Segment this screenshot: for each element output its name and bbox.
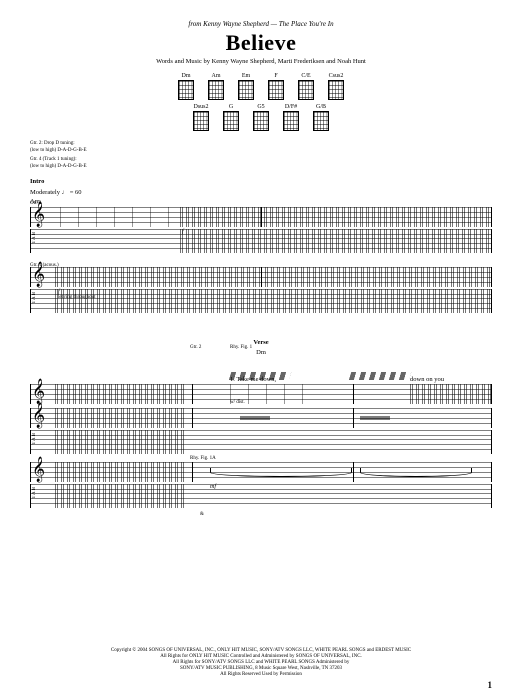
guitar-label: Gtr. 2: [30, 201, 41, 206]
chord-grid-icon: [223, 111, 239, 131]
tab-label-icon: TAB: [32, 231, 37, 244]
beat-indicator: &: [200, 512, 204, 517]
chord-row-2: Dsus2 G G5 D/F# G/B: [30, 104, 492, 131]
chord-diagram-block: Dm Am Em F C/E Csus2 Dsus2 G G5 D/F# G/B: [30, 73, 492, 131]
chord-diagram: Csus2: [328, 73, 344, 100]
section-label-verse: Verse: [253, 339, 268, 346]
chord-grid-icon: [208, 80, 224, 100]
tie-icon: [210, 468, 352, 477]
credits: Words and Music by Kenny Wayne Shepherd,…: [30, 58, 492, 65]
chord-grid-icon: [313, 111, 329, 131]
rhythm-figure-label: Rhy. Fig. 1: [230, 345, 252, 350]
system-row-intro: Intro Moderately ♩ = 60 Am 𝄞 f Gtr. 2 TA…: [30, 178, 492, 253]
lyric-text: 1. Take me down,: [230, 376, 276, 383]
chord-diagram: G/B: [313, 104, 329, 131]
chord-diagram: Dm: [178, 73, 194, 100]
system-row-2: Gtr. 1 (acous.) 𝄞 f let ring throughout …: [30, 267, 492, 313]
chord-diagram: Dsus2: [193, 104, 209, 131]
chord-grid-icon: [268, 80, 284, 100]
guitar-label: Gtr. 2: [190, 345, 201, 350]
page-number: 1: [488, 680, 493, 690]
sheet-music-page: from Kenny Wayne Shepherd — The Place Yo…: [0, 0, 522, 696]
chord-diagram: Am: [208, 73, 224, 100]
treble-clef-icon: 𝄞: [32, 380, 45, 402]
tab-staff: TAB: [30, 430, 492, 454]
tab-staff: TAB: [30, 289, 492, 313]
treble-clef-icon: 𝄞: [32, 203, 45, 225]
tab-label-icon: TAB: [32, 432, 37, 445]
chord-diagram: C/E: [298, 73, 314, 100]
copyright-block: Copyright © 2004 SONGS OF UNIVERSAL, INC…: [30, 648, 492, 678]
notation-staff: Rhy. Fig. 1A 𝄞 mf TAB &: [30, 462, 492, 508]
tab-label-icon: TAB: [32, 486, 37, 499]
from-line: from Kenny Wayne Shepherd — The Place Yo…: [30, 20, 492, 28]
chord-diagram: D/F#: [283, 104, 299, 131]
notation-staff: 𝄞 w/ dist. TAB: [30, 408, 492, 454]
tuning-line: (low to high) D-A-D-G-B-E: [30, 164, 492, 171]
tempo-marking: Moderately ♩ = 60: [30, 189, 492, 196]
chord-diagram: G: [223, 104, 239, 131]
chord-row-1: Dm Am Em F C/E Csus2: [30, 73, 492, 100]
notation-staff: 𝄞 1. Take me down, down on you: [30, 384, 492, 404]
chord-grid-icon: [283, 111, 299, 131]
tuning-notes: Gtr. 2: Drop D tuning: (low to high) D-A…: [30, 141, 492, 170]
chord-grid-icon: [238, 80, 254, 100]
chord-diagram: F: [268, 73, 284, 100]
notation-staff: 𝄞 f let ring throughout TAB: [30, 267, 492, 313]
copyright-line: All Rights Reserved Used by Permission: [30, 672, 492, 678]
chord-grid-icon: [298, 80, 314, 100]
notation-staff: 𝄞 f Gtr. 2 TAB: [30, 207, 492, 253]
chord-grid-icon: [253, 111, 269, 131]
chord-symbol: Am: [30, 198, 492, 205]
chord-grid-icon: [328, 80, 344, 100]
performance-note: w/ dist.: [230, 400, 245, 405]
system-row-verse: Verse Dm Rhy. Fig. 1 Gtr. 2 𝄞 1. Take me…: [30, 331, 492, 508]
tab-staff: TAB: [30, 229, 492, 253]
tab-label-icon: TAB: [32, 291, 37, 304]
tab-staff: TAB &: [30, 484, 492, 508]
section-label-intro: Intro: [30, 178, 492, 185]
chord-symbol: Dm: [30, 349, 492, 356]
chord-grid-icon: [178, 80, 194, 100]
chord-grid-icon: [193, 111, 209, 131]
chord-diagram: Em: [238, 73, 254, 100]
song-title: Believe: [30, 30, 492, 56]
treble-clef-icon: 𝄞: [32, 404, 45, 426]
tie-icon: [360, 468, 472, 477]
treble-clef-icon: 𝄞: [32, 263, 45, 285]
lyric-text: down on you: [410, 376, 444, 383]
header: from Kenny Wayne Shepherd — The Place Yo…: [30, 20, 492, 65]
chord-diagram: G5: [253, 104, 269, 131]
rhythm-figure-label: Rhy. Fig. 1A: [190, 456, 216, 461]
treble-clef-icon: 𝄞: [32, 458, 45, 480]
